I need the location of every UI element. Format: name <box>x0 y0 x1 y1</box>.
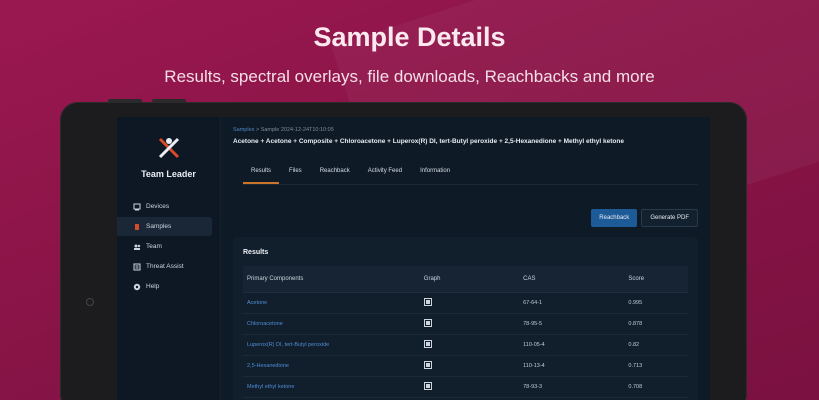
tab-files[interactable]: Files <box>281 168 310 184</box>
cas-value: 78-95-5 <box>523 321 543 327</box>
results-title: Results <box>243 249 269 256</box>
column-header: CAS <box>523 276 536 282</box>
cas-value: 110-05-4 <box>523 342 545 348</box>
main-content: Samples > Sample 2024-12-24T10:10:05 Ace… <box>221 117 710 400</box>
column-header: Score <box>628 276 645 282</box>
sample-title: Acetone + Acetone + Composite + Chloroac… <box>233 138 624 145</box>
sidebar-item-label: Help <box>146 283 160 290</box>
brand-name: Team Leader <box>141 169 196 179</box>
tablet-frame: Team Leader Devices Samples Team Threat <box>60 99 747 400</box>
logo: Team Leader <box>117 135 220 179</box>
sidebar-item-devices[interactable]: Devices <box>117 197 220 216</box>
cas-value: 78-93-3 <box>523 384 543 390</box>
sample-icon <box>135 223 139 230</box>
device-icon <box>133 203 141 210</box>
tablet-volume-button <box>108 99 142 103</box>
team-leader-logo-icon <box>158 137 179 159</box>
sidebar-item-label: Samples <box>146 223 172 230</box>
breadcrumb-current: Sample 2024-12-24T10:10:05 <box>260 127 334 133</box>
cas-value: 67-64-1 <box>523 300 543 306</box>
score-value: 0.713 <box>628 363 643 369</box>
hero-subtitle: Results, spectral overlays, file downloa… <box>164 67 655 86</box>
table-row: 2,5-Hexanedione 110-13-4 0.713 <box>243 356 688 377</box>
help-icon <box>133 283 141 290</box>
sidebar: Team Leader Devices Samples Team Threat <box>117 117 221 400</box>
sidebar-nav: Devices Samples Team Threat Assist Help <box>117 197 220 296</box>
app-screen: Team Leader Devices Samples Team Threat <box>117 117 710 400</box>
score-value: 0.708 <box>628 384 643 390</box>
table-row: Methyl ethyl ketone 78-93-3 0.708 <box>243 377 688 398</box>
breadcrumb-samples-link[interactable]: Samples <box>233 127 254 133</box>
team-icon <box>134 244 141 250</box>
sidebar-item-threat-assist[interactable]: Threat Assist <box>117 257 220 276</box>
tab-activity-feed[interactable]: Activity Feed <box>360 168 410 184</box>
action-buttons: Reachback Generate PDF <box>591 209 698 227</box>
tablet-power-button <box>152 99 186 103</box>
component-link[interactable]: Acetone <box>243 300 424 306</box>
table-row: Luperox(R) DI, tert-Butyl peroxide 110-0… <box>243 335 688 356</box>
graph-icon[interactable] <box>423 298 432 306</box>
column-header: Primary Components <box>247 276 304 282</box>
table-header: Primary Components Graph CAS Score <box>243 266 688 293</box>
generate-pdf-button[interactable]: Generate PDF <box>641 209 698 227</box>
column-header: Graph <box>423 276 441 282</box>
sidebar-item-help[interactable]: Help <box>117 277 220 296</box>
tab-reachback[interactable]: Reachback <box>312 168 358 184</box>
graph-icon[interactable] <box>423 361 432 369</box>
score-value: 0.995 <box>628 300 643 306</box>
results-card: Results Primary Components Graph CAS Sco… <box>233 237 698 400</box>
score-value: 0.82 <box>628 342 640 348</box>
sidebar-item-label: Threat Assist <box>146 263 184 270</box>
graph-icon[interactable] <box>423 382 432 390</box>
graph-icon[interactable] <box>423 340 432 348</box>
results-table: Primary Components Graph CAS Score Aceto… <box>243 266 688 398</box>
tab-bar: Results Files Reachback Activity Feed In… <box>243 168 698 185</box>
tab-results[interactable]: Results <box>243 168 280 184</box>
table-row: Chloroacetone 78-95-5 0.878 <box>243 314 688 335</box>
reachback-button[interactable]: Reachback <box>591 209 638 227</box>
component-link[interactable]: Luperox(R) DI, tert-Butyl peroxide <box>243 342 424 348</box>
breadcrumb: Samples > Sample 2024-12-24T10:10:05 <box>233 127 698 133</box>
cas-value: 110-13-4 <box>523 363 545 369</box>
score-value: 0.878 <box>628 321 643 327</box>
graph-icon[interactable] <box>423 319 432 327</box>
sidebar-item-label: Team <box>146 243 162 250</box>
sidebar-item-label: Devices <box>146 203 170 210</box>
table-row: Acetone 67-64-1 0.995 <box>243 293 688 314</box>
sidebar-item-team[interactable]: Team <box>117 237 220 256</box>
component-link[interactable]: 2,5-Hexanedione <box>243 363 424 369</box>
threat-icon <box>133 263 141 270</box>
tablet-camera <box>86 298 94 306</box>
tab-information[interactable]: Information <box>412 168 458 184</box>
hero-title: Sample Details <box>313 22 506 52</box>
component-link[interactable]: Methyl ethyl ketone <box>243 384 424 390</box>
sidebar-item-samples[interactable]: Samples <box>117 217 212 236</box>
component-link[interactable]: Chloroacetone <box>243 321 424 327</box>
